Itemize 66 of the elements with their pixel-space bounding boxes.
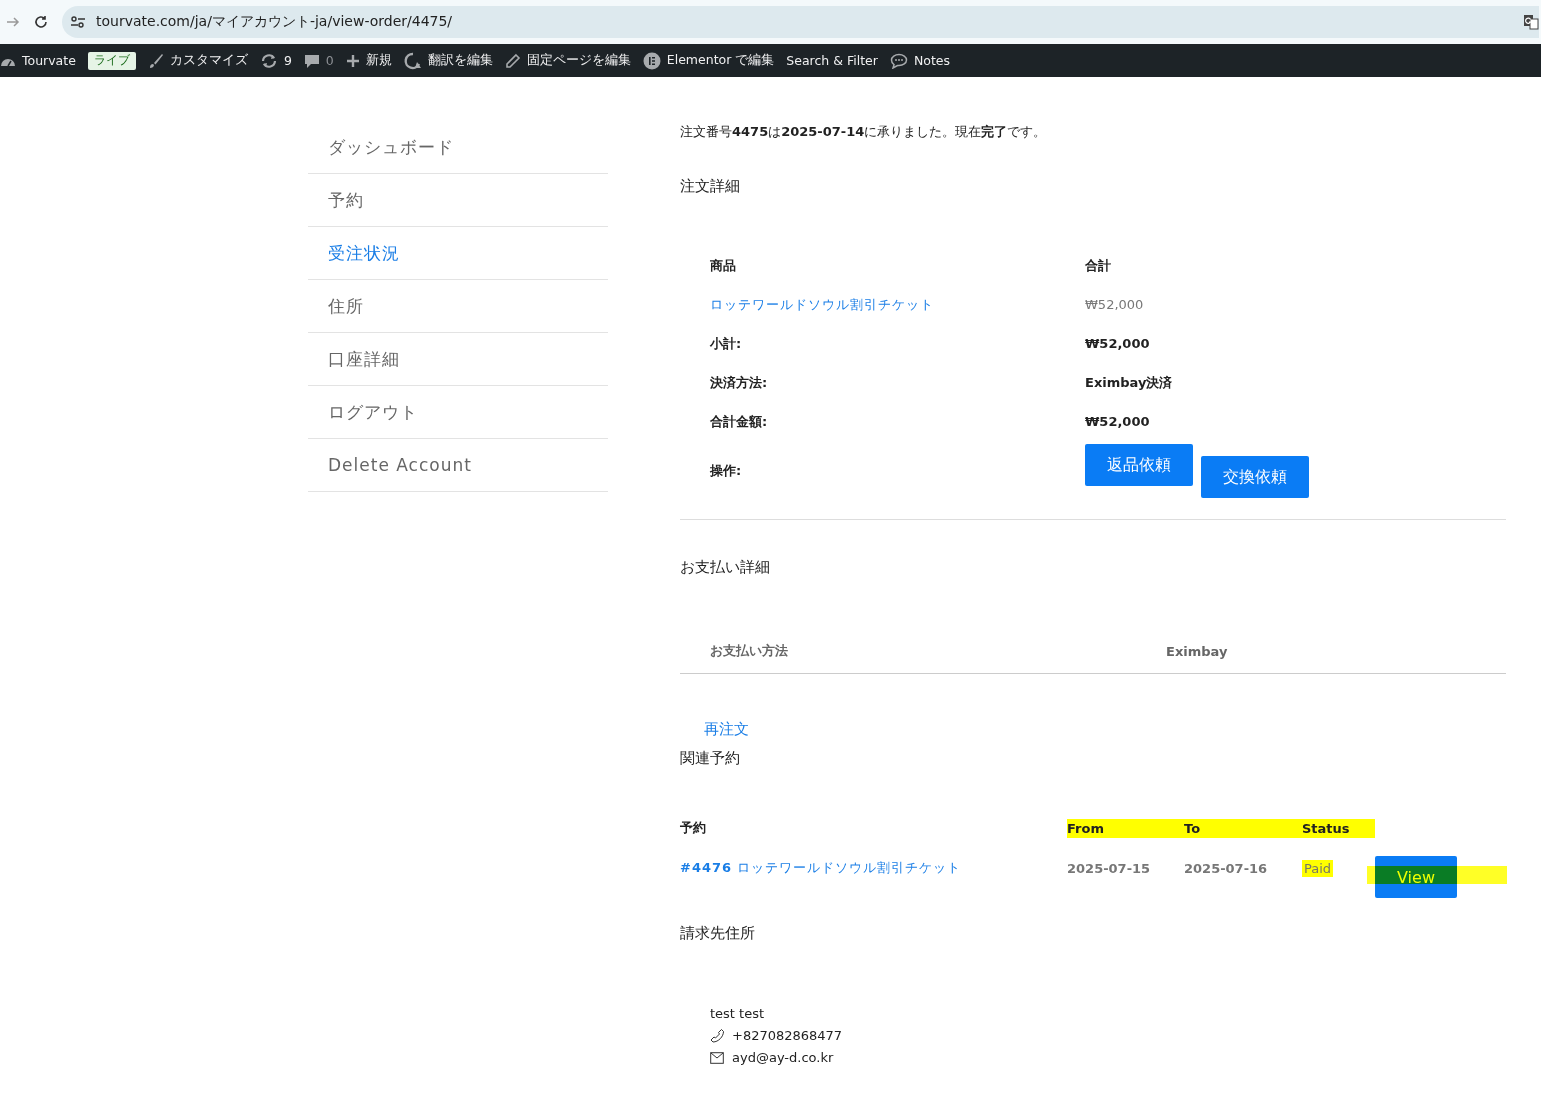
- table-cell-text: ₩52,000: [1085, 297, 1145, 312]
- row-label: お支払い方法: [710, 642, 789, 660]
- address-bar[interactable]: tourvate.com/ja/マイアカウント-ja/view-order/4475/: [62, 6, 1539, 38]
- action-button[interactable]: 返品依頼: [1085, 444, 1193, 486]
- table-cell-text: 2025-07-15: [1067, 860, 1152, 876]
- column-header: To: [1184, 818, 1302, 838]
- row-label: 決済方法:: [710, 373, 769, 392]
- admin-bar-item[interactable]: Tourvate: [0, 53, 76, 68]
- sidebar-item[interactable]: ログアウト: [308, 386, 608, 439]
- column-header: 予約: [680, 819, 707, 837]
- refresh-icon: [259, 52, 278, 69]
- column-header: 合計: [1085, 256, 1112, 275]
- section-heading: お支払い詳細: [680, 558, 771, 577]
- phone-icon: [710, 1029, 724, 1043]
- sidebar-item[interactable]: ダッシュボード: [308, 121, 608, 174]
- row-label: 合計金額:: [710, 412, 769, 431]
- booking-link[interactable]: #4476 ロッテワールドソウル割引チケット: [680, 860, 962, 875]
- column-header: Status: [1302, 818, 1375, 838]
- status-badge: ライブ: [87, 51, 136, 70]
- table-cell-text: Eximbay決済: [1085, 373, 1174, 392]
- envelope-icon: [710, 1052, 724, 1064]
- row-label: 小計:: [710, 334, 743, 353]
- section-heading: 関連予約: [680, 749, 741, 768]
- table-cell: Eximbay: [1166, 643, 1228, 659]
- billing-name: test test: [710, 1005, 766, 1023]
- plus-icon: [345, 53, 360, 68]
- sidebar-item[interactable]: 口座詳細: [308, 333, 608, 386]
- admin-bar-item[interactable]: Search & Filter: [786, 53, 878, 68]
- reload-icon[interactable]: [34, 15, 48, 29]
- action-button[interactable]: 交換依頼: [1201, 456, 1309, 498]
- admin-bar-item[interactable]: 翻訳を編集: [403, 51, 493, 70]
- admin-bar-item[interactable]: Notes: [889, 52, 950, 69]
- admin-bar-item[interactable]: Elementor で編集: [642, 51, 775, 70]
- table-cell-text: 2025-07-16: [1184, 860, 1269, 876]
- email-address: ayd@ay-d.co.kr: [732, 1049, 834, 1067]
- sidebar-item[interactable]: Delete Account: [308, 439, 608, 492]
- sidebar-item[interactable]: 受注状況: [308, 227, 608, 280]
- phone-number: +827082868477: [732, 1027, 843, 1045]
- status-text: Paid: [1302, 859, 1334, 877]
- admin-bar-item[interactable]: 9: [259, 52, 292, 69]
- table-cell-text: ₩52,000: [1085, 336, 1151, 351]
- row-label: 操作:: [710, 462, 743, 480]
- elementor-icon: [642, 51, 661, 70]
- admin-bar-item[interactable]: 新規: [345, 52, 392, 69]
- column-header: 商品: [710, 256, 737, 275]
- table-cell-text: ₩52,000: [1085, 414, 1151, 429]
- speech-bubble-icon: [889, 52, 908, 69]
- site-settings-icon[interactable]: [70, 15, 86, 29]
- url-text: tourvate.com/ja/マイアカウント-ja/view-order/4475/: [96, 13, 453, 31]
- translate-icon[interactable]: [1523, 14, 1539, 30]
- pencil-icon: [504, 52, 521, 69]
- section-heading: 注文詳細: [680, 177, 741, 196]
- brush-icon: [147, 52, 164, 69]
- column-header: From: [1067, 818, 1184, 838]
- comment-bubble-icon: [303, 52, 320, 69]
- circle-arrow-icon: [403, 51, 422, 70]
- admin-bar-item[interactable]: 0: [303, 52, 334, 69]
- product-link[interactable]: ロッテワールドソウル割引チケット: [710, 296, 934, 312]
- sidebar-item[interactable]: 住所: [308, 280, 608, 333]
- admin-bar-item[interactable]: カスタマイズ: [147, 52, 248, 69]
- order-notice: 注文番号4475は2025-07-14に承りました。現在完了です。: [680, 123, 1048, 141]
- forward-arrow-icon[interactable]: [6, 15, 20, 29]
- section-heading: 請求先住所: [680, 924, 756, 943]
- reorder-link[interactable]: 再注文: [704, 720, 749, 739]
- admin-bar-item[interactable]: 固定ページを編集: [504, 52, 631, 69]
- sidebar-item[interactable]: 予約: [308, 174, 608, 227]
